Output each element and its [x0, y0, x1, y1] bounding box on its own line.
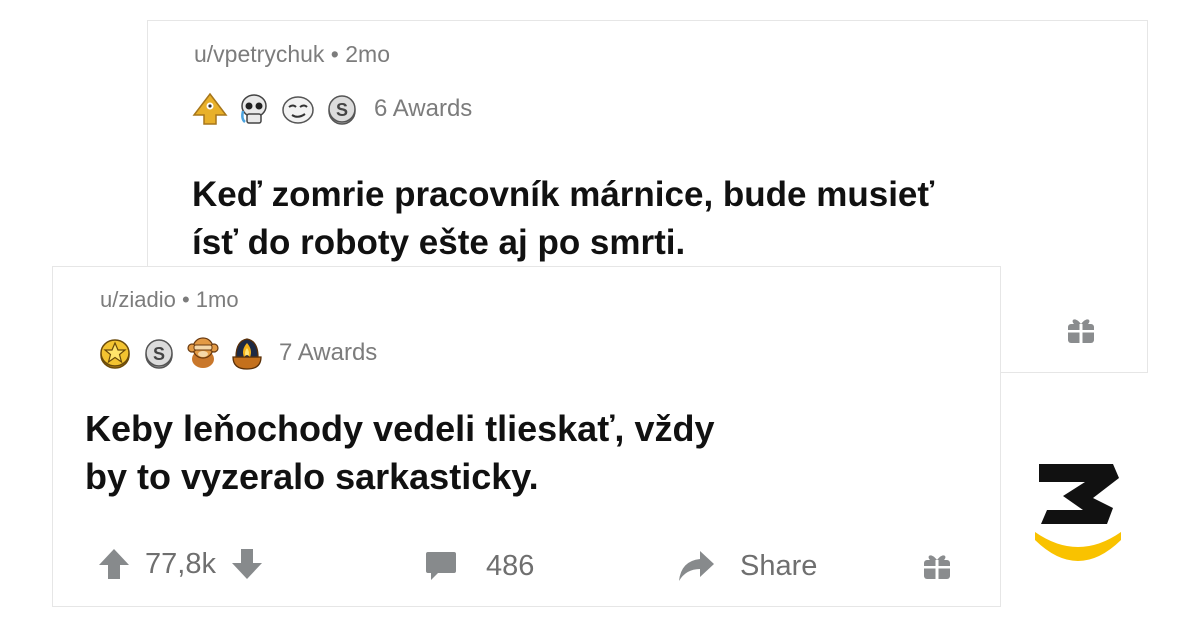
comment-text-line: by to vyzeralo sarkasticky. [85, 456, 539, 497]
silver-coin-award-icon: S [141, 335, 177, 371]
share-arrow-icon [676, 549, 716, 583]
comment-age: 2mo [345, 41, 390, 67]
vote-count: 77,8k [145, 547, 216, 580]
brand-logo [1033, 462, 1123, 562]
silver-coin-award-icon: S [324, 91, 360, 127]
skull-award-icon [236, 91, 272, 127]
comment-age: 1mo [195, 287, 239, 312]
username-link[interactable]: u/vpetrychuk [194, 41, 324, 67]
monkey-award-icon [185, 335, 221, 371]
comment-meta: u/vpetrychuk • 2mo [194, 41, 390, 68]
meta-separator: • [330, 41, 339, 67]
share-button[interactable]: Share [676, 549, 817, 583]
comment-count: 486 [486, 549, 535, 582]
downvote-arrow-icon[interactable] [230, 547, 264, 581]
awards-row[interactable]: S 7 Awards [97, 335, 377, 371]
svg-text:S: S [336, 100, 348, 120]
vote-bar: 77,8k [97, 547, 264, 581]
meta-separator: • [181, 287, 190, 312]
gift-icon[interactable] [921, 549, 953, 581]
username-link[interactable]: u/ziadio [100, 287, 176, 312]
share-label: Share [740, 549, 818, 582]
comment-text-line: Keď zomrie pracovník márnice, bude musie… [192, 175, 935, 214]
fire-bowl-award-icon [229, 335, 265, 371]
upvote-arrow-icon[interactable] [97, 547, 131, 581]
comment-body: Keby leňochody vedeli tlieskať, vždy by … [85, 405, 714, 501]
pyramid-award-icon [192, 91, 228, 127]
awards-count: 7 Awards [279, 339, 378, 366]
awards-row[interactable]: S 6 Awards [192, 91, 472, 127]
awards-count: 6 Awards [374, 95, 473, 122]
gold-star-award-icon [97, 335, 133, 371]
comment-text-line: ísť do roboty ešte aj po smrti. [192, 223, 686, 262]
smug-face-award-icon [280, 91, 316, 127]
comment-card-ziadio: u/ziadio • 1mo S 7 Awards Keby leňochody… [52, 266, 1001, 607]
comment-meta: u/ziadio • 1mo [100, 287, 239, 313]
comment-bubble-icon [424, 549, 458, 583]
svg-text:S: S [153, 344, 165, 364]
comments-button[interactable]: 486 [424, 549, 534, 583]
comment-body: Keď zomrie pracovník márnice, bude musie… [192, 171, 934, 267]
gift-icon[interactable] [1065, 313, 1097, 345]
comment-text-line: Keby leňochody vedeli tlieskať, vždy [85, 408, 715, 449]
